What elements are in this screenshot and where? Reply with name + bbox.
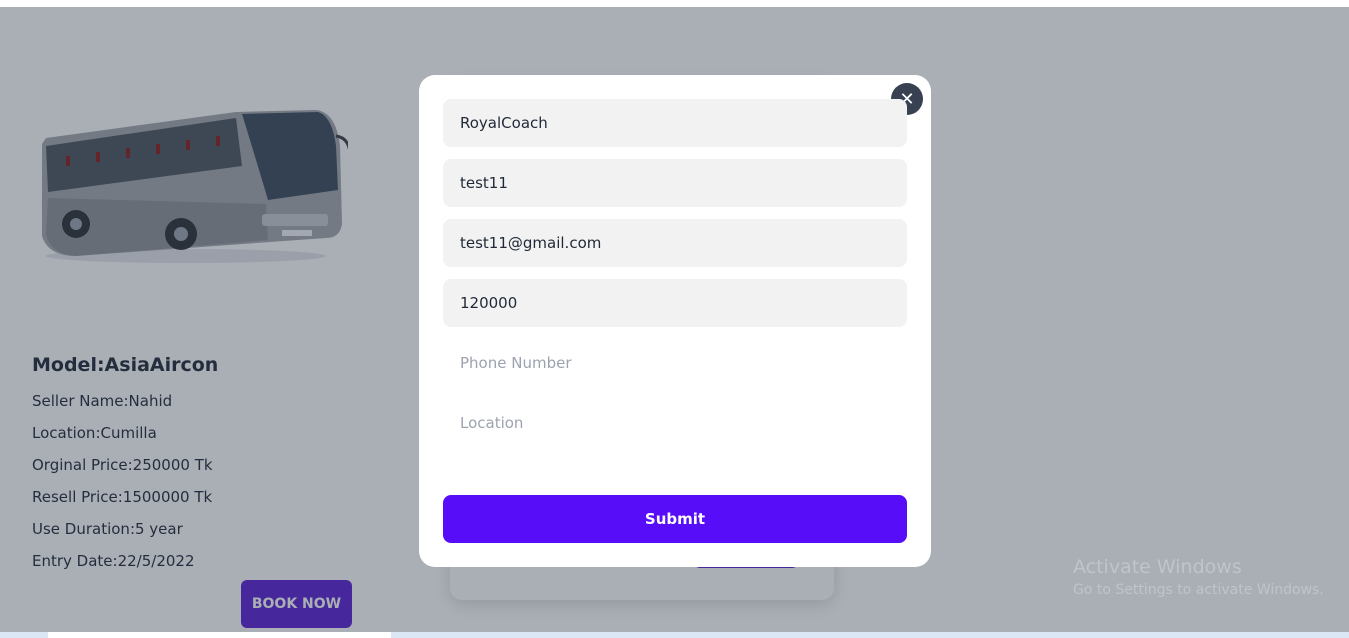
user-name-field[interactable] [443, 159, 907, 207]
watermark-subtitle: Go to Settings to activate Windows. [1073, 582, 1324, 598]
taskbar-window [48, 632, 391, 638]
phone-number-field[interactable] [443, 339, 907, 387]
booking-modal: ✕ Submit [419, 75, 931, 567]
top-bar [0, 0, 1349, 7]
product-name-field[interactable] [443, 99, 907, 147]
activate-windows-watermark: Activate Windows Go to Settings to activ… [1073, 556, 1324, 598]
email-field[interactable] [443, 219, 907, 267]
location-field[interactable] [443, 399, 907, 447]
watermark-title: Activate Windows [1073, 556, 1242, 578]
price-field[interactable] [443, 279, 907, 327]
submit-button[interactable]: Submit [443, 495, 907, 543]
